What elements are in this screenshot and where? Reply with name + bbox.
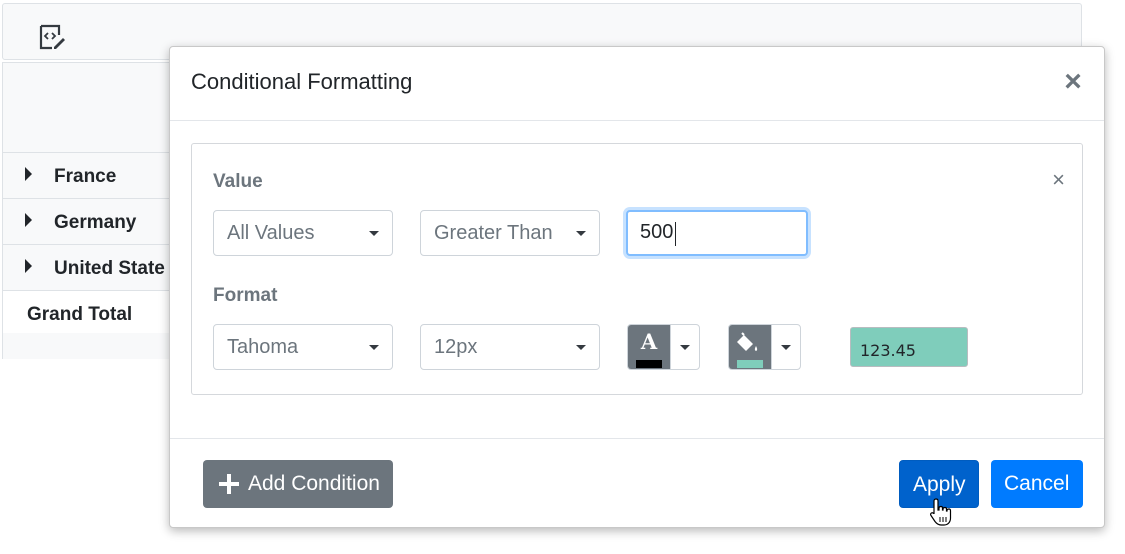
- cancel-label: Cancel: [1004, 472, 1070, 495]
- text-cursor: [675, 222, 676, 246]
- dialog-footer: Add Condition Apply Cancel: [170, 438, 1104, 527]
- chevron-down-icon: [576, 231, 586, 236]
- cancel-button[interactable]: Cancel: [991, 460, 1083, 508]
- dialog-header: Conditional Formatting ×: [170, 47, 1104, 121]
- pivot-row-germany[interactable]: Germany: [3, 199, 170, 245]
- chevron-down-icon: [369, 345, 379, 350]
- font-size-select[interactable]: 12px: [420, 324, 600, 370]
- apply-label: Apply: [913, 473, 966, 496]
- font-family-value: Tahoma: [227, 336, 299, 358]
- chevron-down-icon[interactable]: [781, 345, 791, 350]
- remove-condition-icon[interactable]: ×: [1052, 169, 1065, 191]
- pivot-header: [3, 63, 170, 153]
- font-size-value: 12px: [434, 336, 478, 358]
- expand-caret-icon[interactable]: [25, 259, 32, 273]
- chevron-down-icon[interactable]: [680, 345, 690, 350]
- font-color-button[interactable]: A: [628, 325, 670, 369]
- background-color-button[interactable]: [729, 325, 771, 369]
- pivot-footer: [3, 333, 170, 359]
- font-family-select[interactable]: Tahoma: [213, 324, 393, 370]
- pivot-row-grand-total: Grand Total: [3, 291, 170, 337]
- expand-caret-icon[interactable]: [25, 213, 32, 227]
- background-color-picker[interactable]: [728, 324, 801, 370]
- hand-cursor-icon: [930, 498, 952, 526]
- value-input[interactable]: 500: [626, 210, 808, 256]
- row-label: France: [54, 166, 117, 187]
- background-color-swatch: [737, 360, 763, 368]
- font-color-swatch: [636, 360, 662, 368]
- value-input-text: 500: [640, 221, 674, 243]
- add-condition-label: Add Condition: [248, 472, 380, 495]
- measure-select-value: All Values: [227, 222, 315, 244]
- close-icon[interactable]: ×: [1058, 67, 1088, 97]
- pivot-row-france[interactable]: France: [3, 153, 170, 199]
- row-label: United State: [54, 258, 165, 279]
- grand-total-label: Grand Total: [27, 304, 133, 325]
- measure-select[interactable]: All Values: [213, 210, 393, 256]
- font-color-picker[interactable]: A: [627, 324, 700, 370]
- chevron-down-icon: [369, 231, 379, 236]
- pivot-row-united-states[interactable]: United State: [3, 245, 170, 291]
- pivot-grid: France Germany United State Grand Total: [2, 62, 170, 359]
- format-preview: 123.45: [850, 327, 968, 367]
- add-condition-button[interactable]: Add Condition: [203, 460, 393, 508]
- expand-caret-icon[interactable]: [25, 167, 32, 181]
- conditional-formatting-dialog: Conditional Formatting × × Value All Val…: [169, 46, 1105, 528]
- value-section-label: Value: [213, 171, 263, 192]
- operator-select-value: Greater Than: [434, 222, 553, 244]
- format-section-label: Format: [213, 285, 278, 306]
- row-label: Germany: [54, 212, 137, 233]
- dialog-title: Conditional Formatting: [191, 69, 413, 94]
- condition-panel: × Value All Values Greater Than 500 Form…: [191, 143, 1083, 395]
- code-edit-icon[interactable]: [38, 23, 66, 51]
- font-color-icon: A: [640, 329, 658, 354]
- chevron-down-icon: [576, 345, 586, 350]
- preview-text: 123.45: [860, 341, 916, 360]
- plus-icon: [219, 474, 239, 494]
- operator-select[interactable]: Greater Than: [420, 210, 600, 256]
